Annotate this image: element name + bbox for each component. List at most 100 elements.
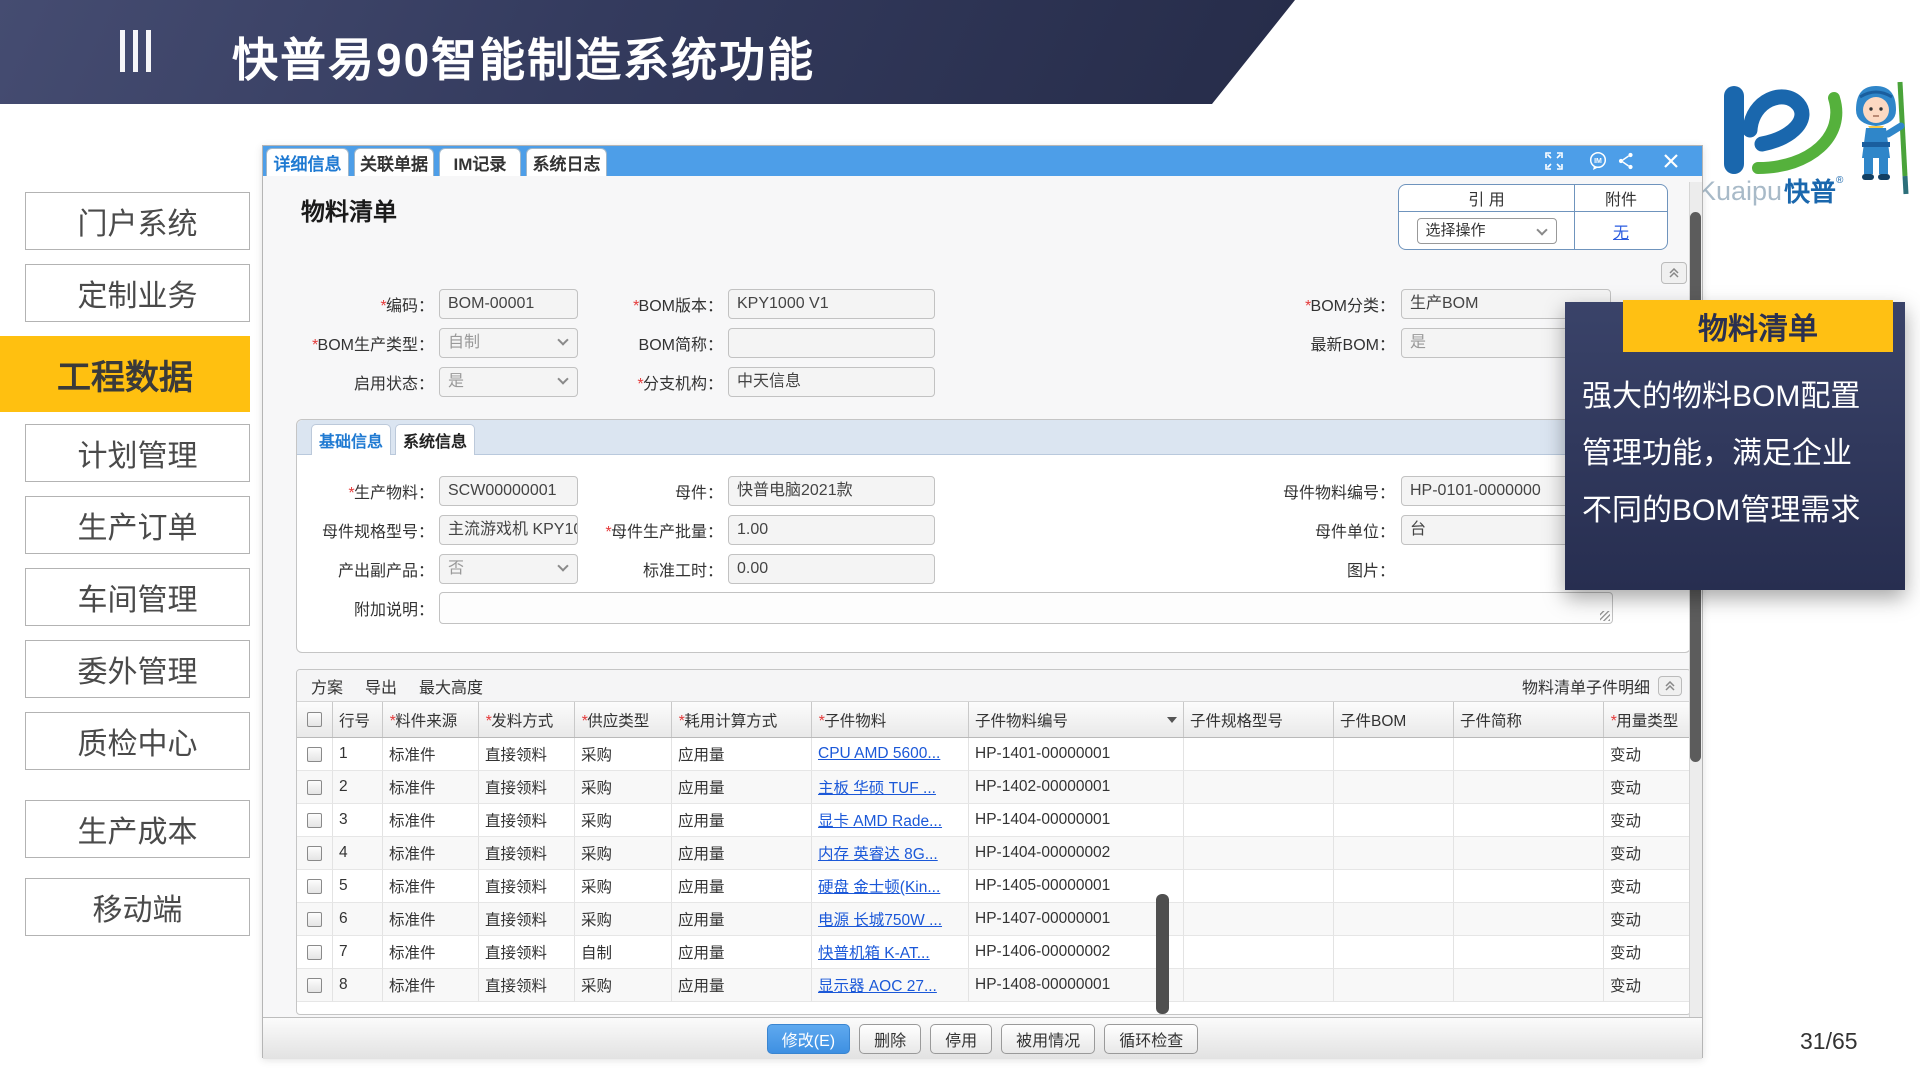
sidebar-item-production-order[interactable]: 生产订单 — [25, 496, 250, 554]
parent-field[interactable]: 快普电脑2021款 — [728, 476, 935, 506]
form-row: 产出副产品： 否 标准工时： 0.00 图片： — [263, 554, 1683, 584]
cell-child-bom — [1334, 804, 1454, 837]
field-label-parent-unit: 母件单位： — [1315, 524, 1395, 541]
row-checkbox[interactable] — [307, 945, 322, 960]
filter-caret-icon[interactable] — [1167, 717, 1177, 723]
cell-issue-method: 直接领料 — [479, 771, 575, 804]
scheme-button[interactable]: 方案 — [311, 674, 343, 698]
row-checkbox[interactable] — [307, 780, 322, 795]
child-material-link[interactable]: 硬盘 金士顿(Kin... — [818, 875, 940, 897]
inner-tabstrip: 基础信息 系统信息 — [297, 420, 1690, 455]
row-checkbox[interactable] — [307, 846, 322, 861]
page-number: 31/65 — [1800, 1028, 1858, 1055]
loop-check-button[interactable]: 循环检查 — [1104, 1024, 1198, 1054]
cell-issue-method: 直接领料 — [479, 870, 575, 903]
table-row: 6 标准件 直接领料 采购 应用量 电源 长城750W ... HP-1407-… — [297, 903, 1690, 936]
tab-related-documents[interactable]: 关联单据 — [354, 148, 434, 176]
cell-consumption-calc: 应用量 — [672, 837, 812, 870]
parent-spec-field[interactable]: 主流游戏机 KPY1000 — [439, 515, 578, 545]
bom-prod-type-select[interactable]: 自制 — [439, 328, 578, 358]
child-material-link[interactable]: 内存 英睿达 8G... — [818, 842, 938, 864]
usage-status-button[interactable]: 被用情况 — [1001, 1024, 1095, 1054]
prod-material-field[interactable]: SCW00000001 — [439, 476, 578, 506]
sidebar-item-outsourcing-management[interactable]: 委外管理 — [25, 640, 250, 698]
bom-version-field[interactable]: KPY1000 V1 — [728, 289, 935, 319]
child-material-link[interactable]: 电源 长城750W ... — [818, 908, 942, 930]
sidebar-item-quality-center[interactable]: 质检中心 — [25, 712, 250, 770]
parent-batch-field[interactable]: 1.00 — [728, 515, 935, 545]
share-icon[interactable] — [1616, 151, 1636, 171]
slide: 快普易90智能制造系统功能 Kuaipu 快普 ® — [0, 0, 1920, 1080]
collapse-grid-button[interactable] — [1658, 676, 1682, 696]
export-button[interactable]: 导出 — [365, 674, 397, 698]
close-icon[interactable] — [1661, 151, 1681, 171]
row-checkbox[interactable] — [307, 747, 322, 762]
row-checkbox[interactable] — [307, 879, 322, 894]
cell-child-bom — [1334, 936, 1454, 969]
cell-supply-type: 采购 — [575, 837, 672, 870]
attachment-none-link[interactable]: 无 — [1613, 219, 1629, 243]
cell-child-bom — [1334, 771, 1454, 804]
tab-detail-info[interactable]: 详细信息 — [266, 148, 349, 176]
select-all-checkbox[interactable] — [307, 712, 322, 727]
col-child-spec: 子件规格型号 — [1190, 709, 1283, 731]
max-height-button[interactable]: 最大高度 — [419, 674, 483, 698]
tab-system-log[interactable]: 系统日志 — [526, 148, 607, 176]
child-material-link[interactable]: 显卡 AMD Rade... — [818, 809, 942, 831]
child-material-link[interactable]: 显示器 AOC 27... — [818, 974, 937, 996]
sidebar-item-engineering-data[interactable]: 工程数据 — [0, 336, 250, 412]
enable-status-select[interactable]: 是 — [439, 367, 578, 397]
note-textarea[interactable] — [439, 592, 1613, 624]
cell-child-shortname — [1454, 969, 1604, 1002]
modify-button[interactable]: 修改(E) — [767, 1024, 850, 1054]
slide-header: 快普易90智能制造系统功能 — [0, 0, 1295, 104]
sidebar-item-portal-system[interactable]: 门户系统 — [25, 192, 250, 250]
cell-issue-method: 直接领料 — [479, 903, 575, 936]
sidebar-item-plan-management[interactable]: 计划管理 — [25, 424, 250, 482]
expand-icon[interactable] — [1544, 151, 1564, 171]
branch-field[interactable]: 中天信息 — [728, 367, 935, 397]
logo-brand-en: Kuaipu — [1698, 176, 1782, 206]
sidebar-item-custom-business[interactable]: 定制业务 — [25, 264, 250, 322]
table-row: 7 标准件 直接领料 自制 应用量 快普机箱 K-AT... HP-1406-0… — [297, 936, 1690, 969]
grid-scrollbar-thumb[interactable] — [1156, 894, 1169, 1014]
sidebar-item-mobile[interactable]: 移动端 — [25, 878, 250, 936]
form-row: *编码： BOM-00001 *BOM版本： KPY1000 V1 *BOM分类… — [263, 289, 1683, 319]
tab-im-records[interactable]: IM记录 — [439, 148, 521, 176]
cell-child-spec — [1184, 804, 1334, 837]
collapse-form-button[interactable] — [1661, 262, 1687, 284]
cell-child-spec — [1184, 738, 1334, 771]
sidebar-item-production-cost[interactable]: 生产成本 — [25, 800, 250, 858]
sidebar-item-workshop-management[interactable]: 车间管理 — [25, 568, 250, 626]
std-hours-field[interactable]: 0.00 — [728, 554, 935, 584]
delete-button[interactable]: 删除 — [859, 1024, 921, 1054]
byproduct-select[interactable]: 否 — [439, 554, 578, 584]
code-field[interactable]: BOM-00001 — [439, 289, 578, 319]
operation-select[interactable]: 选择操作 — [1417, 218, 1557, 244]
cell-issue-method: 直接领料 — [479, 804, 575, 837]
cell-child-spec — [1184, 837, 1334, 870]
callout-text: 强大的物料BOM配置 管理功能，满足企业 不同的BOM管理需求 — [1582, 368, 1860, 539]
tab-system-info[interactable]: 系统信息 — [395, 424, 475, 455]
child-material-link[interactable]: 快普机箱 K-AT... — [818, 941, 930, 963]
cell-child-shortname — [1454, 738, 1604, 771]
cell-child-bom — [1334, 903, 1454, 936]
cell-usage-type: 变动 — [1604, 804, 1690, 837]
child-material-link[interactable]: 主板 华硕 TUF ... — [818, 776, 936, 798]
cell-child-shortname — [1454, 771, 1604, 804]
im-icon[interactable]: IM — [1588, 151, 1608, 171]
row-checkbox[interactable] — [307, 912, 322, 927]
child-material-link[interactable]: CPU AMD 5600... — [818, 745, 940, 763]
tab-basic-info[interactable]: 基础信息 — [311, 424, 391, 455]
table-row: 5 标准件 直接领料 采购 应用量 硬盘 金士顿(Kin... HP-1405-… — [297, 870, 1690, 903]
row-checkbox[interactable] — [307, 813, 322, 828]
cell-child-code: HP-1407-00000001 — [969, 903, 1184, 936]
cell-row-number: 7 — [333, 936, 383, 969]
bom-shortname-field[interactable] — [728, 328, 935, 358]
svg-text:IM: IM — [1594, 158, 1602, 165]
cell-row-number: 3 — [333, 804, 383, 837]
col-child-bom: 子件BOM — [1340, 709, 1406, 731]
row-checkbox[interactable] — [307, 978, 322, 993]
disable-button[interactable]: 停用 — [930, 1024, 992, 1054]
cell-child-spec — [1184, 903, 1334, 936]
